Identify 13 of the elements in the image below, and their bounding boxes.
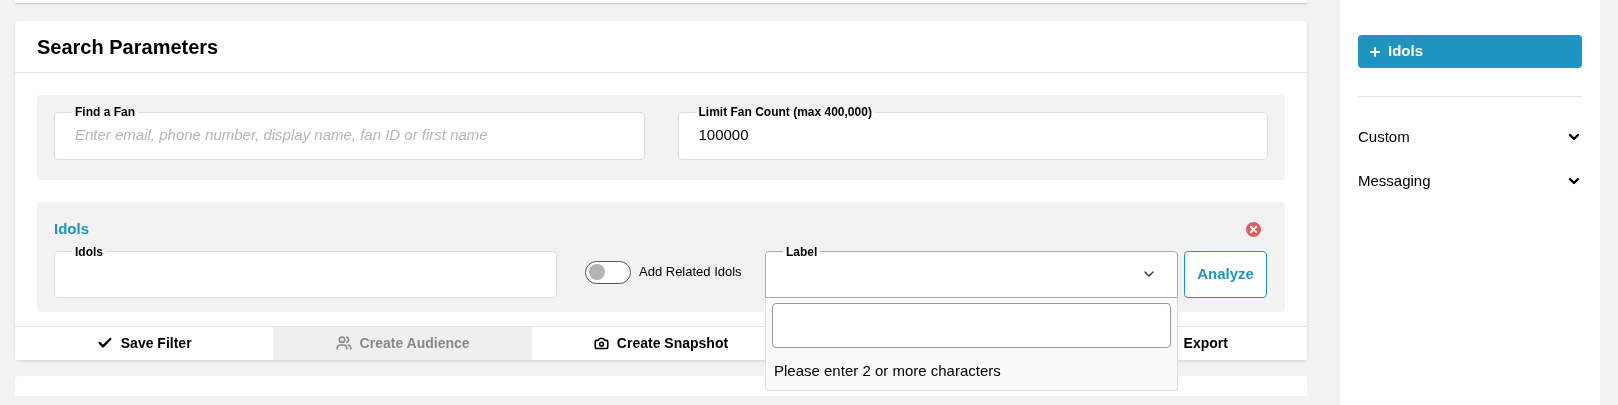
field-label: Find a Fan <box>74 104 136 121</box>
field-label: Label <box>785 243 819 261</box>
footer-button[interactable]: Save Filter <box>15 326 274 360</box>
field-label: Idols <box>74 243 104 261</box>
dropdown-message: Please enter 2 or more characters <box>774 360 1002 381</box>
toggle-label: Add Related Idols <box>639 263 742 282</box>
card-title: Search Parameters <box>37 34 219 60</box>
text-input[interactable]: Enter email, phone number, display name, fan ID or first name <box>75 121 624 149</box>
text-input[interactable]: 100000 <box>698 121 1247 149</box>
field-label: Limit Fan Count (max 400,000) <box>697 104 873 121</box>
sidebar-section[interactable]: Custom <box>1358 115 1582 159</box>
sidebar-section[interactable]: Messaging <box>1358 159 1582 203</box>
filter-title: Idols <box>54 219 89 239</box>
